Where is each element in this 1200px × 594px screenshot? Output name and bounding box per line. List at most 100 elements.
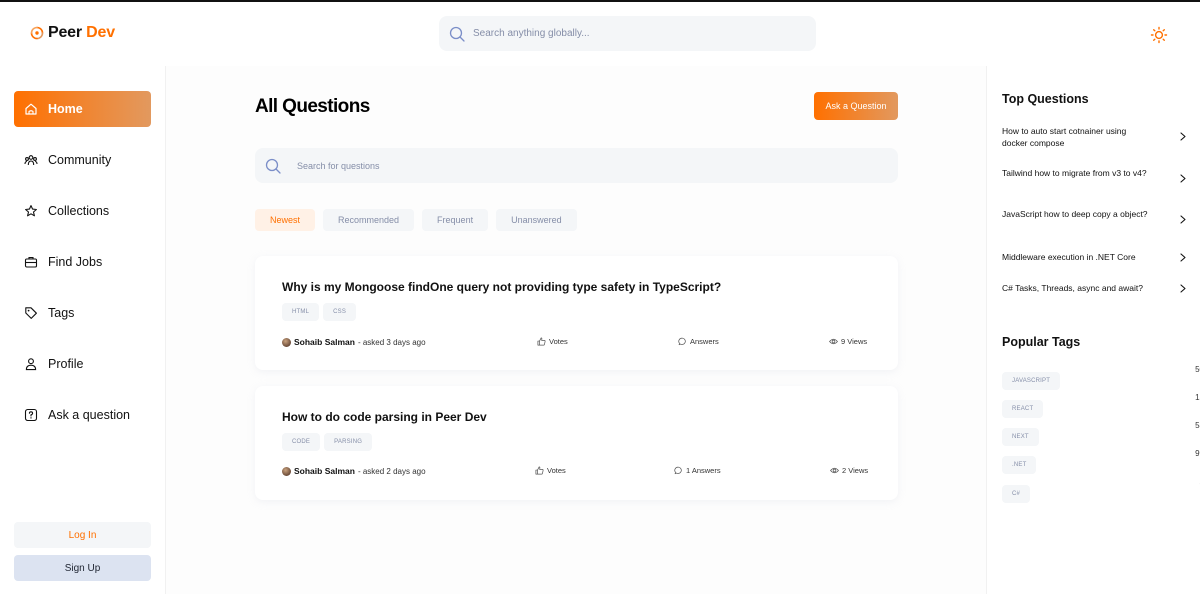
popular-tag-item[interactable]: NEXT 53 bbox=[1002, 421, 1200, 446]
tag-chip[interactable]: JAVASCRIPT bbox=[1002, 372, 1061, 390]
asked-time: - asked 2 days ago bbox=[357, 466, 426, 476]
brand-logo[interactable]: Peer Dev bbox=[30, 24, 115, 42]
thumbs-up-icon bbox=[535, 466, 544, 475]
top-question-item[interactable]: Tailwind how to migrate from v3 to v4? bbox=[1002, 168, 1186, 183]
sidebar-item-label: Profile bbox=[48, 357, 84, 371]
sidebar-item-label: Find Jobs bbox=[48, 255, 103, 269]
login-button[interactable]: Log In bbox=[14, 522, 151, 548]
answers-label: Answers bbox=[690, 337, 719, 346]
chevron-right-icon bbox=[1180, 132, 1186, 141]
author-name: Sohaib Salman bbox=[294, 466, 355, 476]
sun-icon[interactable] bbox=[1150, 26, 1168, 44]
question-icon bbox=[24, 408, 38, 422]
tag-chip[interactable]: CSS bbox=[323, 303, 357, 321]
popular-tag-item[interactable]: .NET 99 bbox=[1002, 449, 1200, 474]
tag-count: 5 bbox=[1182, 478, 1200, 487]
global-search-input[interactable] bbox=[473, 28, 773, 39]
sidebar-item-label: Ask a question bbox=[48, 408, 130, 422]
top-question-item[interactable]: How to auto start cotnainer using docker… bbox=[1002, 126, 1186, 149]
question-title[interactable]: How to do code parsing in Peer Dev bbox=[282, 410, 487, 424]
filter-unanswered[interactable]: Unanswered bbox=[496, 209, 577, 231]
question-title[interactable]: Why is my Mongoose findOne query not pro… bbox=[282, 280, 721, 294]
star-icon bbox=[25, 205, 37, 217]
question-tags: HTML CSS bbox=[282, 303, 357, 321]
filter-frequent[interactable]: Frequent bbox=[422, 209, 489, 231]
sidebar-item-collections[interactable]: Collections bbox=[14, 193, 151, 229]
ask-question-button[interactable]: Ask a Question bbox=[814, 92, 898, 120]
votes-label: Votes bbox=[547, 466, 566, 475]
top-question-text: C# Tasks, Threads, async and await? bbox=[1002, 283, 1143, 293]
votes-metric: Votes bbox=[537, 337, 568, 346]
left-sidebar: Home Community Collections Find Jobs Tag… bbox=[0, 66, 166, 594]
tag-count: 99 bbox=[1195, 449, 1200, 458]
users-icon bbox=[24, 155, 38, 166]
tag-chip[interactable]: CODE bbox=[282, 433, 321, 451]
question-author[interactable]: Sohaib Salman - asked 2 days ago bbox=[282, 466, 426, 476]
chevron-right-icon bbox=[1180, 284, 1186, 293]
views-metric: 9 Views bbox=[829, 337, 867, 346]
eye-icon bbox=[830, 467, 839, 474]
page-title: All Questions bbox=[255, 96, 370, 117]
author-name: Sohaib Salman bbox=[294, 337, 355, 347]
tag-chip[interactable]: PARSING bbox=[324, 433, 373, 451]
sidebar-item-community[interactable]: Community bbox=[14, 142, 151, 178]
navbar: Peer Dev bbox=[0, 2, 1200, 66]
top-question-text: Middleware execution in .NET Core bbox=[1002, 252, 1136, 262]
signup-button[interactable]: Sign Up bbox=[14, 555, 151, 581]
tag-chip[interactable]: NEXT bbox=[1002, 428, 1039, 446]
views-metric: 2 Views bbox=[830, 466, 868, 475]
tag-chip[interactable]: REACT bbox=[1002, 400, 1044, 418]
tag-count: 15 bbox=[1195, 393, 1200, 402]
top-question-item[interactable]: JavaScript how to deep copy a object? bbox=[1002, 209, 1186, 224]
question-card[interactable]: Why is my Mongoose findOne query not pro… bbox=[255, 256, 898, 370]
sidebar-item-label: Tags bbox=[48, 306, 75, 320]
question-card[interactable]: How to do code parsing in Peer Dev CODE … bbox=[255, 386, 898, 500]
question-search-input[interactable] bbox=[297, 160, 797, 171]
filter-tabs: Newest Recommended Frequent Unanswered bbox=[255, 209, 577, 231]
tag-chip[interactable]: HTML bbox=[282, 303, 320, 321]
message-circle-icon bbox=[674, 466, 682, 475]
top-question-item[interactable]: C# Tasks, Threads, async and await? bbox=[1002, 283, 1186, 295]
tag-chip[interactable]: C# bbox=[1002, 485, 1031, 503]
top-question-text: How to auto start cotnainer using docker… bbox=[1002, 126, 1127, 148]
sidebar-item-find-jobs[interactable]: Find Jobs bbox=[14, 244, 151, 280]
chevron-right-icon bbox=[1180, 174, 1186, 183]
message-circle-icon bbox=[678, 337, 686, 346]
search-icon bbox=[449, 26, 465, 42]
popular-tag-item[interactable]: JAVASCRIPT 50 bbox=[1002, 365, 1200, 390]
avatar bbox=[282, 337, 291, 347]
tag-chip[interactable]: .NET bbox=[1002, 456, 1037, 474]
sidebar-item-home[interactable]: Home bbox=[14, 91, 151, 127]
tag-icon bbox=[25, 307, 37, 319]
question-author[interactable]: Sohaib Salman - asked 3 days ago bbox=[282, 337, 426, 347]
popular-tag-item[interactable]: REACT 15 bbox=[1002, 393, 1200, 418]
chevron-right-icon bbox=[1180, 215, 1186, 224]
brand-name-part2: Dev bbox=[86, 24, 115, 41]
global-search-bar[interactable] bbox=[439, 16, 816, 51]
votes-label: Votes bbox=[549, 337, 568, 346]
popular-tag-item[interactable]: C# 5 bbox=[1002, 478, 1200, 503]
chevron-right-icon bbox=[1180, 253, 1186, 262]
sidebar-item-tags[interactable]: Tags bbox=[14, 295, 151, 331]
question-search-bar[interactable] bbox=[255, 148, 898, 183]
logo-icon bbox=[30, 26, 44, 40]
sidebar-item-profile[interactable]: Profile bbox=[14, 346, 151, 382]
top-questions-heading: Top Questions bbox=[1002, 92, 1089, 106]
sidebar-item-ask-question[interactable]: Ask a question bbox=[14, 397, 151, 433]
sidebar-item-label: Collections bbox=[48, 204, 110, 218]
home-icon bbox=[25, 103, 37, 115]
top-question-item[interactable]: Middleware execution in .NET Core bbox=[1002, 252, 1186, 264]
top-question-text: Tailwind how to migrate from v3 to v4? bbox=[1002, 168, 1147, 178]
tag-count: 53 bbox=[1195, 421, 1200, 430]
brand-name: Peer Dev bbox=[48, 24, 115, 42]
right-sidebar: Top Questions How to auto start cotnaine… bbox=[986, 66, 1200, 594]
filter-newest[interactable]: Newest bbox=[255, 209, 316, 231]
tag-count: 50 bbox=[1195, 365, 1200, 374]
top-question-text: JavaScript how to deep copy a object? bbox=[1002, 209, 1148, 219]
filter-recommended[interactable]: Recommended bbox=[323, 209, 415, 231]
views-label: 2 Views bbox=[842, 466, 869, 475]
answers-metric: Answers bbox=[678, 337, 719, 346]
avatar bbox=[282, 466, 291, 476]
briefcase-icon bbox=[24, 257, 38, 268]
votes-metric: Votes bbox=[535, 466, 566, 475]
